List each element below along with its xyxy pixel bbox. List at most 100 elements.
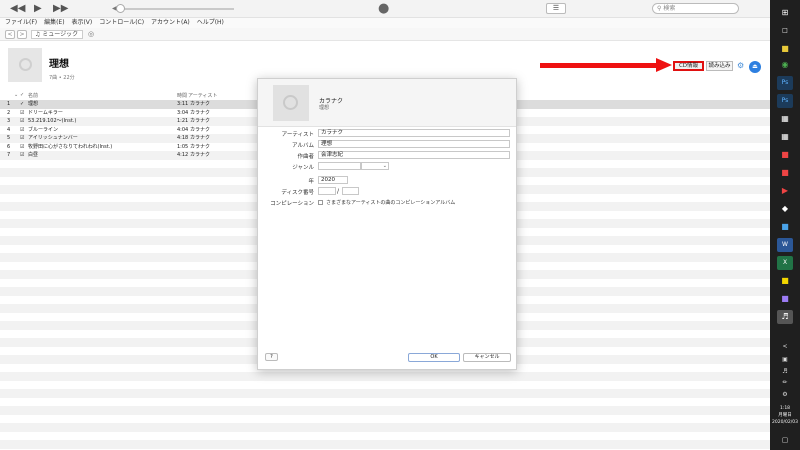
photoshop-icon[interactable]: Ps — [777, 76, 793, 90]
media-icon[interactable]: ▦ — [777, 112, 793, 126]
dialog-artwork — [273, 85, 309, 121]
track-time: 1:21 — [177, 118, 189, 124]
composer-field[interactable]: 会津志紀 — [318, 151, 510, 159]
artist-field[interactable]: カラナク — [318, 129, 510, 137]
track-time: 3:04 — [177, 109, 189, 116]
app-red-icon[interactable]: ▶ — [777, 184, 793, 198]
empty-row — [0, 389, 770, 398]
year-field[interactable]: 2020 — [318, 176, 348, 184]
album-meta: 7曲 • 22分 — [49, 75, 75, 81]
menu-account[interactable]: アカウント(A) — [151, 18, 190, 28]
track-artist: カラナク — [190, 118, 211, 124]
cd-info-dialog: カラナク 理想 — [257, 78, 517, 370]
track-number: 6 — [7, 143, 11, 150]
folder-icon[interactable]: □ — [777, 24, 793, 38]
track-number: 4 — [7, 126, 11, 133]
cd-icon — [19, 58, 32, 71]
volume-knob[interactable] — [116, 4, 125, 13]
sticky-notes-icon[interactable]: ■ — [777, 274, 793, 288]
disc-number-field[interactable] — [318, 187, 336, 195]
track-checkbox[interactable]: ☑ — [20, 126, 24, 135]
label-album: アルバム — [292, 143, 314, 149]
volume-slider[interactable] — [122, 8, 234, 10]
itunes-icon[interactable]: ♬ — [777, 310, 793, 324]
help-button[interactable]: ? — [265, 353, 278, 361]
empty-row — [0, 415, 770, 424]
label-genre: ジャンル — [292, 165, 314, 171]
rewind-button[interactable]: ◀◀ — [10, 3, 25, 14]
app-blue-icon[interactable]: ■ — [777, 220, 793, 234]
column-name[interactable]: 名前 — [28, 92, 38, 99]
menu-bar: ファイル(F) 編集(E) 表示(V) コントロール(C) アカウント(A) ヘ… — [0, 18, 770, 28]
track-artist: カラナク — [190, 126, 211, 133]
clock[interactable]: 1:18 月曜日 2020/02/03 — [770, 405, 800, 426]
cd-info-button[interactable]: CD情報 — [673, 61, 704, 71]
list-view-button[interactable]: ☰ — [546, 3, 566, 14]
back-button[interactable]: < — [5, 30, 15, 39]
track-checkbox[interactable]: ☑ — [20, 151, 24, 160]
cd-icon — [283, 95, 298, 110]
acrobat-icon[interactable]: ■ — [777, 166, 793, 180]
red-arrow-icon — [656, 58, 672, 72]
photoshop-2-icon[interactable]: Ps — [777, 94, 793, 108]
track-name: ブルーライン — [28, 126, 59, 133]
pen-tray-icon[interactable]: ✏ — [770, 379, 800, 386]
album-field[interactable]: 理想 — [318, 140, 510, 148]
menu-controls[interactable]: コントロール(C) — [99, 18, 144, 28]
menu-help[interactable]: ヘルプ(H) — [197, 18, 224, 28]
gear-icon[interactable]: ⚙ — [737, 61, 744, 70]
track-checkbox[interactable]: ☑ — [20, 109, 24, 118]
track-checkbox[interactable]: ✓ — [20, 100, 24, 109]
taskbar: ⊞ □ ■ ◉ Ps Ps ▦ ▦ ■ ■ ▶ ◆ ■ W X ■ ■ ♬ < … — [770, 0, 800, 450]
forward-nav-button[interactable]: > — [17, 30, 27, 39]
start-icon[interactable]: ⊞ — [777, 6, 793, 20]
word-icon[interactable]: W — [777, 238, 793, 252]
label-artist: アーティスト — [281, 132, 314, 138]
eject-icon[interactable]: ⏏ — [749, 61, 761, 73]
track-name: 白昼 — [28, 152, 39, 158]
column-time[interactable]: 時間 — [177, 92, 187, 99]
genre-dropdown[interactable]: ⌄ — [361, 162, 389, 170]
calculator-icon[interactable]: ▦ — [777, 130, 793, 144]
track-time: 4:12 — [177, 152, 189, 158]
column-artist[interactable]: アーティスト — [188, 92, 217, 99]
genre-field[interactable] — [318, 162, 361, 170]
import-button[interactable]: 読み込み — [706, 61, 733, 71]
file-explorer-icon[interactable]: ■ — [777, 42, 793, 56]
chrome-icon[interactable]: ◉ — [777, 58, 793, 72]
network-tray-icon[interactable]: ▣ — [770, 356, 800, 363]
forward-button[interactable]: ▶▶ — [53, 3, 68, 14]
compilation-checkbox[interactable] — [318, 200, 323, 205]
track-checkbox[interactable]: ☑ — [20, 117, 24, 126]
album-title: 理想 — [49, 59, 69, 70]
track-time: 4:18 — [177, 135, 189, 141]
ok-button[interactable]: OK — [408, 353, 460, 362]
excel-icon[interactable]: X — [777, 256, 793, 270]
tray-chevron-icon[interactable]: < — [770, 343, 800, 350]
notification-icon[interactable]: ▢ — [770, 436, 800, 444]
track-checkbox[interactable]: ☑ — [20, 134, 24, 143]
search-input[interactable]: ⚲ 検索 — [652, 3, 739, 14]
menu-file[interactable]: ファイル(F) — [5, 18, 37, 28]
check-header-icon[interactable]: ✓ — [20, 92, 24, 98]
track-number: 1 — [7, 101, 11, 107]
cancel-button[interactable]: キャンセル — [463, 353, 511, 362]
disc-total-field[interactable] — [342, 187, 359, 195]
volume-tray-icon[interactable]: ♬ — [770, 368, 800, 375]
sort-icon[interactable]: ⌄ — [14, 92, 18, 98]
dialog-album: 理想 — [319, 105, 330, 111]
menu-view[interactable]: 表示(V) — [71, 18, 92, 28]
app-purple-icon[interactable]: ■ — [777, 292, 793, 306]
library-selector[interactable]: ♫ ミュージック — [31, 30, 83, 39]
menu-edit[interactable]: 編集(E) — [44, 18, 64, 28]
label-composer: 作曲者 — [297, 154, 314, 160]
settings-tray-icon[interactable]: ⚙ — [770, 391, 800, 398]
track-artist: カラナク — [190, 143, 211, 150]
play-button[interactable]: ▶ — [34, 3, 42, 14]
track-checkbox[interactable]: ☑ — [20, 143, 24, 152]
network-icon[interactable]: ◎ — [88, 30, 94, 38]
app-icon[interactable]: ◆ — [777, 202, 793, 216]
track-time: 3:11 — [177, 101, 189, 107]
track-artist: カラナク — [190, 135, 211, 141]
powerpoint-icon[interactable]: ■ — [777, 148, 793, 162]
